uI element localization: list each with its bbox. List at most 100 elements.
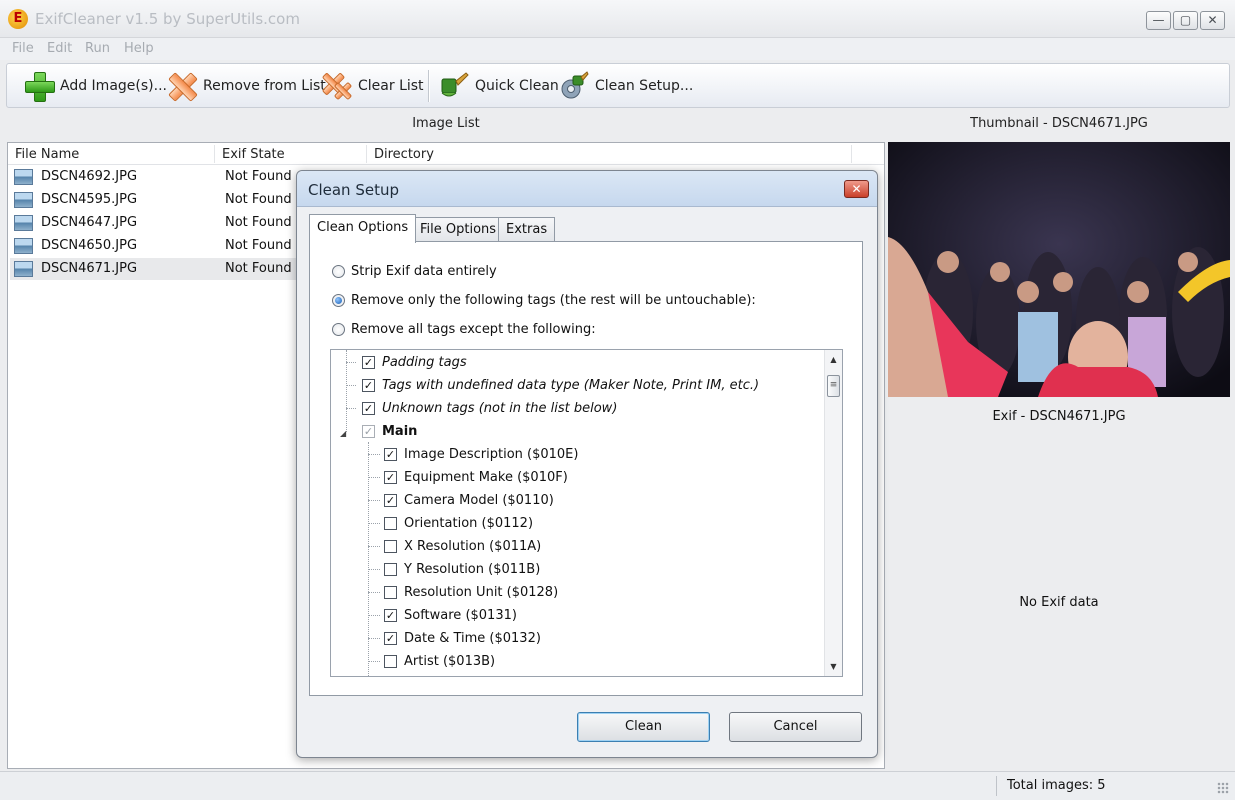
radio-button[interactable] — [332, 265, 345, 278]
close-button[interactable]: ✕ — [1200, 11, 1225, 30]
add-icon — [24, 71, 55, 102]
radio-button-selected[interactable] — [332, 294, 345, 307]
tree-item[interactable]: Artist ($013B) — [384, 650, 495, 672]
checkbox[interactable]: ✓ — [362, 355, 375, 369]
radio-label: Remove all tags except the following: — [351, 322, 596, 337]
column-directory[interactable]: Directory — [374, 147, 434, 162]
tree-item[interactable]: ✓ Tags with undefined data type (Maker N… — [362, 374, 759, 396]
table-row[interactable]: DSCN4595.JPG Not Found — [10, 189, 300, 211]
add-images-button[interactable]: Add Image(s)... — [24, 69, 167, 103]
remove-from-list-button[interactable]: Remove from List — [167, 69, 326, 103]
column-file-name[interactable]: File Name — [15, 147, 79, 162]
clean-setup-button[interactable]: Clean Setup... — [559, 69, 693, 103]
dialog-title-bar[interactable]: Clean Setup ✕ — [297, 171, 877, 207]
radio-label: Remove only the following tags (the rest… — [351, 293, 756, 308]
checkbox[interactable] — [384, 585, 397, 599]
checkbox[interactable] — [384, 562, 397, 576]
radio-button[interactable] — [332, 323, 345, 336]
toolbar-separator — [428, 70, 429, 102]
clear-list-button[interactable]: Clear List — [321, 69, 424, 103]
tree-item[interactable]: ✓ Image Description ($010E) — [384, 443, 578, 465]
tab-extras[interactable]: Extras — [498, 217, 556, 242]
title-bar: E ExifCleaner v1.5 by SuperUtils.com — ▢… — [0, 0, 1235, 38]
scroll-thumb[interactable]: ≡ — [827, 375, 840, 397]
dialog-close-button[interactable]: ✕ — [844, 180, 869, 198]
file-name: DSCN4692.JPG — [41, 169, 138, 184]
remove-from-list-label: Remove from List — [203, 78, 326, 94]
menu-help[interactable]: Help — [124, 41, 154, 56]
minimize-button[interactable]: — — [1146, 11, 1171, 30]
tree-item[interactable]: X Resolution ($011A) — [384, 535, 541, 557]
menu-file[interactable]: File — [12, 41, 34, 56]
collapse-arrow-icon[interactable]: ◢ — [340, 429, 346, 438]
thumbnail-image — [888, 142, 1230, 397]
menu-edit[interactable]: Edit — [47, 41, 72, 56]
menu-run[interactable]: Run — [85, 41, 110, 56]
file-name: DSCN4650.JPG — [41, 238, 138, 253]
tag-tree[interactable]: ◢ ✓ Padding tags ✓ Tags with undefined d… — [330, 349, 843, 677]
radio-remove-except[interactable]: Remove all tags except the following: — [332, 322, 596, 337]
image-file-icon — [14, 169, 33, 185]
checkbox[interactable]: ✓ — [384, 470, 397, 484]
tree-item-label: X Resolution ($011A) — [404, 538, 542, 554]
checkbox[interactable]: ✓ — [362, 378, 375, 392]
table-row[interactable]: DSCN4647.JPG Not Found — [10, 212, 300, 234]
cancel-button[interactable]: Cancel — [729, 712, 862, 742]
tree-group-main[interactable]: ✓ Main — [362, 420, 417, 442]
file-name: DSCN4595.JPG — [41, 192, 138, 207]
tree-item[interactable]: ✓ Padding tags — [362, 351, 467, 373]
maximize-button[interactable]: ▢ — [1173, 11, 1198, 30]
checkbox[interactable]: ✓ — [384, 608, 397, 622]
tree-item[interactable]: ✓ Unknown tags (not in the list below) — [362, 397, 617, 419]
tree-item[interactable]: Resolution Unit ($0128) — [384, 581, 558, 603]
radio-strip-all[interactable]: Strip Exif data entirely — [332, 264, 497, 279]
image-file-icon — [14, 261, 33, 277]
remove-icon — [167, 71, 197, 101]
window-title: ExifCleaner v1.5 by SuperUtils.com — [35, 10, 300, 28]
clear-list-label: Clear List — [358, 78, 424, 94]
table-row[interactable]: DSCN4650.JPG Not Found — [10, 235, 300, 257]
tree-item[interactable]: ✓ Date & Time ($0132) — [384, 627, 541, 649]
radio-remove-only[interactable]: Remove only the following tags (the rest… — [332, 293, 756, 308]
tree-item[interactable]: ✓ Equipment Make ($010F) — [384, 466, 568, 488]
tree-item-label: Tags with undefined data type (Maker Not… — [382, 377, 760, 393]
thumbnail-photo — [888, 142, 1230, 397]
image-file-icon — [14, 238, 33, 254]
checkbox[interactable] — [384, 654, 397, 668]
tab-file-options[interactable]: File Options — [412, 217, 505, 242]
menu-bar: File Edit Run Help — [0, 38, 1235, 60]
exif-header: Exif - DSCN4671.JPG — [992, 409, 1126, 424]
tree-item[interactable]: Y Resolution ($011B) — [384, 558, 540, 580]
tree-scrollbar[interactable]: ▲ ≡ ▼ — [824, 350, 842, 676]
resize-grip[interactable] — [1217, 782, 1229, 794]
app-icon: E — [8, 9, 28, 29]
checkbox[interactable] — [384, 516, 397, 530]
checkbox[interactable]: ✓ — [384, 493, 397, 507]
clean-button[interactable]: Clean — [577, 712, 710, 742]
tree-item[interactable]: ✓ Software ($0131) — [384, 604, 517, 626]
table-row-selected[interactable]: DSCN4671.JPG Not Found — [10, 258, 300, 280]
checkbox[interactable] — [384, 539, 397, 553]
image-list-header: Image List — [412, 116, 480, 131]
total-images-count: Total images: 5 — [1007, 778, 1106, 793]
checkbox-partial[interactable]: ✓ — [362, 424, 375, 438]
tree-item-label: Unknown tags (not in the list below) — [382, 400, 618, 416]
scroll-down-arrow-icon[interactable]: ▼ — [825, 658, 842, 675]
tree-item[interactable]: ✓ Camera Model ($0110) — [384, 489, 554, 511]
checkbox[interactable]: ✓ — [384, 631, 397, 645]
table-row[interactable]: DSCN4692.JPG Not Found — [10, 166, 300, 188]
tree-item-label: Orientation ($0112) — [404, 515, 534, 531]
tree-item-label: Main — [382, 423, 418, 439]
column-exif-state[interactable]: Exif State — [222, 147, 285, 162]
tree-item-label: Y Resolution ($011B) — [404, 561, 541, 577]
file-name: DSCN4671.JPG — [41, 261, 138, 276]
no-exif-message: No Exif data — [1019, 595, 1099, 610]
checkbox[interactable]: ✓ — [384, 447, 397, 461]
tab-clean-options[interactable]: Clean Options — [309, 214, 417, 243]
quick-clean-button[interactable]: Quick Clean — [439, 69, 559, 103]
checkbox[interactable]: ✓ — [362, 401, 375, 415]
scroll-up-arrow-icon[interactable]: ▲ — [825, 351, 842, 368]
add-images-label: Add Image(s)... — [60, 78, 167, 94]
tree-item[interactable]: Orientation ($0112) — [384, 512, 533, 534]
exif-state: Not Found — [225, 238, 292, 253]
